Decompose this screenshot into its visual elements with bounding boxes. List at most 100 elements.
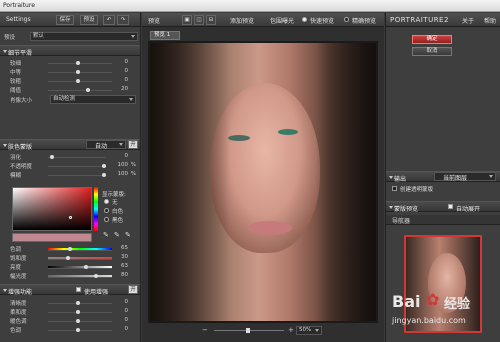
create-mask-label: 创建透明蒙版 <box>400 187 434 193</box>
slider-knob[interactable] <box>50 155 54 159</box>
eyedropper-icon[interactable]: ✎ <box>103 231 109 239</box>
preview-label: 预览 <box>148 18 161 25</box>
window-title: Portraiture <box>3 2 35 9</box>
enhance-row: 柔和度 0 <box>10 308 128 316</box>
preset-button[interactable]: 预设 <box>80 15 98 25</box>
slider-knob[interactable] <box>76 70 80 74</box>
enhance-row: 暖色调 0 <box>10 317 128 325</box>
portrait-size-dropdown[interactable]: 自动检测 <box>50 95 136 104</box>
swatch-bar <box>12 233 92 242</box>
portrait-size-row: 肖像大小 自动检测 <box>0 95 140 104</box>
output-dropdown[interactable]: 当前图层 <box>434 172 496 182</box>
brand-version: 2 <box>444 16 449 24</box>
enhance-toggle-button[interactable]: 开 <box>128 285 138 294</box>
undo-icon[interactable]: ↶ <box>103 15 115 25</box>
radio-white[interactable] <box>104 208 109 213</box>
detail-row: 阈值 20 <box>10 86 128 94</box>
lips <box>248 221 292 235</box>
brand-logo: PORTRAITURE <box>390 16 444 24</box>
slider-knob[interactable] <box>76 310 80 314</box>
settings-label: Settings <box>6 16 31 23</box>
tab-preview-1[interactable]: 预览 1 <box>150 31 180 40</box>
watermark-url: jingyan.baidu.com <box>392 316 466 325</box>
slider-knob[interactable] <box>76 319 80 323</box>
mask-preview-section-header[interactable]: 蒙版预览 自动展开 <box>386 201 500 213</box>
ok-button[interactable]: 确定 <box>412 35 452 44</box>
preview-toolbar: 预览 ▣ ◫ ⊟ 添加预览 包围曝光 快速预览 精确预览 <box>142 13 384 27</box>
create-mask-checkbox[interactable] <box>392 186 397 191</box>
auto-expand-checkbox[interactable] <box>448 204 453 209</box>
slider-knob[interactable] <box>86 88 90 92</box>
brand-bar: PORTRAITURE 2 关于 帮助 <box>386 13 500 27</box>
fine-preview-radio[interactable] <box>344 17 349 22</box>
slider-knob[interactable] <box>76 79 80 83</box>
slider-knob[interactable] <box>102 164 106 168</box>
paw-icon: ✿ <box>426 290 440 309</box>
watermark-logo: Bai <box>392 292 421 311</box>
zoom-out-icon[interactable]: − <box>202 326 208 334</box>
use-enhance-checkbox[interactable] <box>76 287 81 292</box>
split-vertical-icon[interactable]: ◫ <box>194 15 204 25</box>
mask-mode-dropdown[interactable]: 自动 <box>86 140 126 150</box>
eyedropper-minus-icon[interactable]: ✎ <box>125 231 131 239</box>
navigator-header: 导航器 <box>386 215 500 225</box>
save-button[interactable]: 保存 <box>56 15 74 25</box>
slider-knob[interactable] <box>76 328 80 332</box>
add-preview-button[interactable]: 添加预览 <box>230 16 254 25</box>
watermark: Bai ✿ 经验 jingyan.baidu.com <box>388 290 498 340</box>
app-window: Portraiture Settings 保存 预设 ↶ ↷ 预设 默认 细节平… <box>0 0 500 342</box>
color-row: 幅光度 80 <box>10 272 128 280</box>
output-section-header[interactable]: 输出 当前图层 <box>386 171 500 183</box>
skin-mask-section-header[interactable]: 肤色蒙版 自动 开 <box>0 139 140 151</box>
slider-knob[interactable] <box>102 173 106 177</box>
zoom-in-icon[interactable]: + <box>288 326 294 334</box>
hair-left <box>150 43 230 321</box>
slider-knob[interactable] <box>76 61 80 65</box>
zoom-dropdown[interactable]: 50% <box>296 326 322 335</box>
color-picker-area[interactable] <box>12 187 92 231</box>
left-eye <box>228 135 250 141</box>
color-row: 饱和度 30 <box>10 254 128 262</box>
detail-section-header[interactable]: 细节平滑 <box>0 45 140 57</box>
preset-dropdown[interactable]: 默认 <box>30 32 138 41</box>
radio-none[interactable] <box>104 199 109 204</box>
slider-knob[interactable] <box>66 256 70 260</box>
split-horizontal-icon[interactable]: ⊟ <box>206 15 216 25</box>
window-title-bar: Portraiture <box>0 0 500 12</box>
single-view-icon[interactable]: ▣ <box>182 15 192 25</box>
right-eye <box>278 129 298 135</box>
radio-black[interactable] <box>104 217 109 222</box>
redo-icon[interactable]: ↷ <box>117 15 129 25</box>
color-row: 亮度 63 <box>10 263 128 271</box>
preset-row: 预设 默认 <box>0 32 140 41</box>
quick-preview-radio[interactable] <box>302 17 307 22</box>
color-row: 色调 65 <box>10 245 128 253</box>
about-link[interactable]: 关于 <box>462 16 474 25</box>
enhance-row: 清晰度 0 <box>10 299 128 307</box>
mask-toggle-button[interactable]: 开 <box>128 140 138 149</box>
mask-row: 不透明度 100% <box>10 162 136 170</box>
display-mask-label: 显示蒙版: <box>102 192 126 198</box>
detail-row: 较粗 0 <box>10 77 128 85</box>
portrait-image[interactable] <box>148 41 378 323</box>
slider-knob[interactable] <box>76 301 80 305</box>
preview-area: 预览 ▣ ◫ ⊟ 添加预览 包围曝光 快速预览 精确预览 预览 1 − + 50… <box>142 13 384 342</box>
detail-row: 较细 0 <box>10 59 128 67</box>
slider-knob[interactable] <box>68 247 72 251</box>
zoom-slider-knob[interactable] <box>246 328 250 333</box>
cancel-button[interactable]: 取消 <box>412 47 452 56</box>
hue-strip[interactable] <box>94 187 98 231</box>
slider-knob[interactable] <box>94 274 98 278</box>
color-picker-cursor[interactable] <box>69 216 72 219</box>
mask-row: 羽化 0 <box>10 153 128 161</box>
settings-panel: Settings 保存 预设 ↶ ↷ 预设 默认 细节平滑 较细 0 中等 0 较粗… <box>0 13 141 342</box>
mask-row: 模糊 100% <box>10 171 136 179</box>
preset-label: 预设 <box>4 35 16 41</box>
enhance-row: 色调 0 <box>10 326 128 334</box>
slider-knob[interactable] <box>84 265 88 269</box>
bracket-button[interactable]: 包围曝光 <box>270 16 294 25</box>
help-link[interactable]: 帮助 <box>484 16 496 25</box>
watermark-logo-2: 经验 <box>444 297 471 312</box>
enhance-section-header[interactable]: 增强功能 使用增强 开 <box>0 284 140 296</box>
eyedropper-plus-icon[interactable]: ✎ <box>114 231 120 239</box>
